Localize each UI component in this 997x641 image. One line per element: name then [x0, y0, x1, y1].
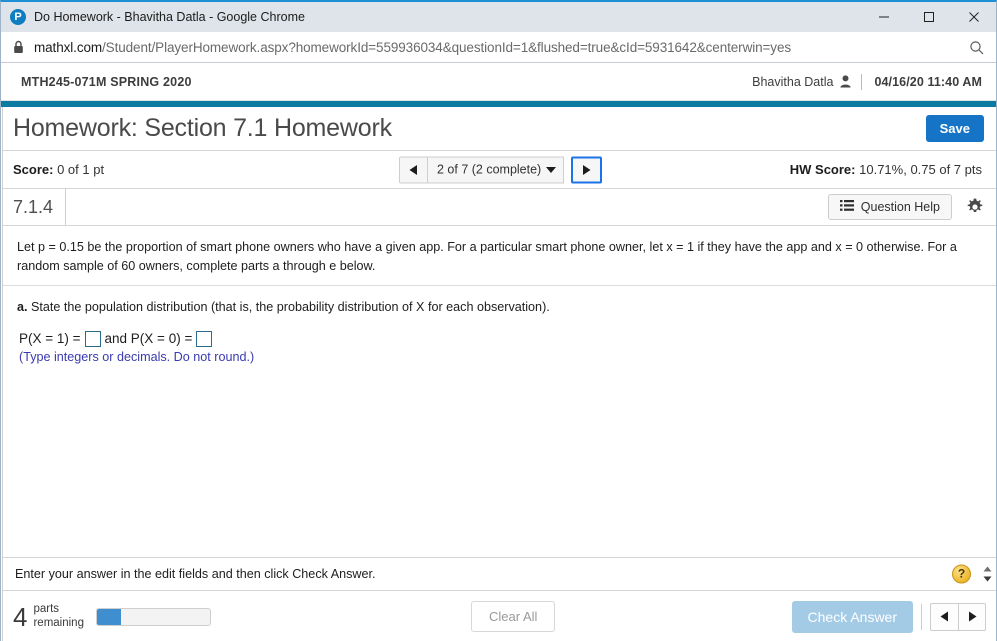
- url-path: /Student/PlayerHomework.aspx?homeworkId=…: [102, 39, 792, 55]
- pager-value: 2 of 7 (2 complete): [437, 162, 542, 177]
- score-label: Score:: [13, 162, 54, 177]
- course-bar: MTH245-071M SPRING 2020 Bhavitha Datla 0…: [1, 63, 996, 101]
- course-bar-right: Bhavitha Datla 04/16/20 11:40 AM: [752, 73, 982, 90]
- question-number: 7.1.4: [13, 189, 67, 225]
- progress-bar-fill: [96, 608, 121, 625]
- pager-prev-button[interactable]: [399, 156, 427, 183]
- parts-label-line1: parts: [33, 603, 60, 616]
- instruction-bar: Enter your answer in the edit fields and…: [3, 557, 996, 591]
- save-button[interactable]: Save: [925, 115, 984, 142]
- pager-dropdown[interactable]: 2 of 7 (2 complete): [427, 156, 565, 183]
- scroll-up-icon: [983, 566, 992, 572]
- part-text: State the population distribution (that …: [31, 300, 550, 315]
- page-title: Homework: Section 7.1 Homework: [13, 114, 392, 142]
- scroll-down-icon: [983, 576, 992, 582]
- timestamp: 04/16/20 11:40 AM: [874, 74, 982, 89]
- problem-stem: Let p = 0.15 be the proportion of smart …: [3, 226, 996, 287]
- course-bar-divider: [861, 73, 863, 90]
- parts-label: parts remaining: [33, 603, 84, 629]
- question-pager: 2 of 7 (2 complete): [399, 156, 603, 183]
- close-button[interactable]: [951, 2, 996, 32]
- pearson-favicon: P: [10, 9, 26, 25]
- url-text[interactable]: mathxl.com/Student/PlayerHomework.aspx?h…: [34, 40, 791, 55]
- address-bar[interactable]: mathxl.com/Student/PlayerHomework.aspx?h…: [1, 32, 996, 63]
- minimize-button[interactable]: [861, 2, 906, 32]
- instruction-text: Enter your answer in the edit fields and…: [15, 567, 376, 581]
- window-title-bar: P Do Homework - Bhavitha Datla - Google …: [1, 2, 996, 32]
- question-help-button[interactable]: Question Help: [827, 194, 952, 220]
- parts-remaining: 4 parts remaining: [13, 601, 211, 632]
- progress-bar: [95, 607, 211, 626]
- list-icon: [839, 200, 854, 214]
- hw-score-value: 10.71%, 0.75 of 7 pts: [859, 162, 982, 177]
- chevron-down-icon: [546, 166, 557, 173]
- maximize-button[interactable]: [906, 2, 951, 32]
- hw-score: HW Score: 10.71%, 0.75 of 7 pts: [790, 162, 982, 177]
- bottom-toolbar: 4 parts remaining Clear All Check Answer: [3, 591, 996, 641]
- question-id-row: 7.1.4 Question Help: [3, 189, 996, 226]
- question-mark-icon[interactable]: ?: [952, 564, 971, 584]
- homework-title-row: Homework: Section 7.1 Homework Save: [3, 107, 996, 151]
- bottom-right-controls: Check Answer: [791, 600, 986, 633]
- mathxl-page: MTH245-071M SPRING 2020 Bhavitha Datla 0…: [1, 63, 996, 641]
- user-name: Bhavitha Datla: [752, 74, 834, 89]
- parts-label-line2: remaining: [33, 616, 84, 629]
- question-help-label: Question Help: [860, 200, 940, 214]
- part-letter: a.: [17, 300, 28, 315]
- course-name: MTH245-071M SPRING 2020: [21, 74, 192, 89]
- score-value: 0 of 1 pt: [57, 162, 105, 177]
- content-area: Homework: Section 7.1 Homework Save Scor…: [2, 107, 996, 641]
- problem-part-a: a. State the population distribution (th…: [3, 286, 996, 316]
- nav-next-button[interactable]: [958, 602, 986, 631]
- search-icon[interactable]: [966, 37, 986, 57]
- answer-prefix-1: P(X = 1) =: [19, 331, 81, 346]
- answer-hint: (Type integers or decimals. Do not round…: [19, 349, 255, 364]
- nav-prev-button[interactable]: [930, 602, 958, 631]
- url-domain: mathxl.com: [34, 39, 103, 55]
- score-bar: Score: 0 of 1 pt 2 of 7 (2 complete) HW …: [3, 151, 996, 189]
- window-title: Do Homework - Bhavitha Datla - Google Ch…: [34, 10, 305, 24]
- scroll-arrows[interactable]: [983, 566, 992, 582]
- gear-icon[interactable]: [964, 196, 986, 218]
- check-answer-button[interactable]: Check Answer: [791, 600, 913, 633]
- chrome-window: P Do Homework - Bhavitha Datla - Google …: [0, 0, 997, 641]
- hw-score-label: HW Score:: [789, 162, 856, 177]
- clear-all-button[interactable]: Clear All: [471, 601, 556, 632]
- answer-field-1[interactable]: [84, 330, 101, 347]
- toolbar-divider: [921, 603, 922, 630]
- person-icon[interactable]: [840, 75, 852, 88]
- answer-field-2[interactable]: [196, 330, 213, 347]
- answer-prefix-2: and P(X = 0) =: [104, 331, 193, 346]
- lock-icon: [13, 40, 24, 54]
- pager-next-button[interactable]: [571, 156, 603, 183]
- answer-row: P(X = 1) = and P(X = 0) =: [3, 317, 996, 347]
- window-controls: [861, 2, 996, 32]
- parts-count: 4: [13, 601, 28, 632]
